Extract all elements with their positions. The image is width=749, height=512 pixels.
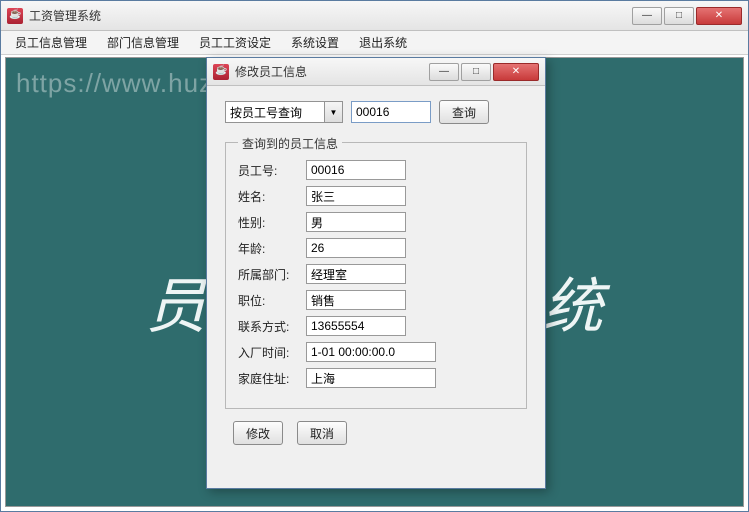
row-address: 家庭住址:: [238, 368, 514, 388]
input-gender[interactable]: [306, 212, 406, 232]
employee-form: 员工号: 姓名: 性别: 年龄: 所属部门: 职位: 联系方式: 入厂时间: 家…: [238, 160, 514, 388]
row-gender: 性别:: [238, 212, 514, 232]
cancel-button[interactable]: 取消: [297, 421, 347, 445]
label-name: 姓名:: [238, 188, 306, 205]
modify-button[interactable]: 修改: [233, 421, 283, 445]
menu-employee-info[interactable]: 员工信息管理: [5, 31, 97, 54]
main-title: 工资管理系统: [29, 7, 630, 24]
label-hire: 入厂时间:: [238, 344, 306, 361]
label-dept: 所属部门:: [238, 266, 306, 283]
label-contact: 联系方式:: [238, 318, 306, 335]
chevron-down-icon[interactable]: ▼: [325, 101, 343, 123]
row-contact: 联系方式:: [238, 316, 514, 336]
row-emp-id: 员工号:: [238, 160, 514, 180]
java-icon: [213, 64, 229, 80]
input-age[interactable]: [306, 238, 406, 258]
search-value-input[interactable]: [351, 101, 431, 123]
bg-text-left: 员: [146, 258, 206, 345]
dialog-title: 修改员工信息: [235, 63, 427, 80]
input-name[interactable]: [306, 186, 406, 206]
label-age: 年龄:: [238, 240, 306, 257]
main-window: 工资管理系统 — □ ✕ 员工信息管理 部门信息管理 员工工资设定 系统设置 退…: [0, 0, 749, 512]
action-row: 修改 取消: [225, 421, 527, 445]
menu-exit[interactable]: 退出系统: [349, 31, 417, 54]
search-mode-input[interactable]: [225, 101, 325, 123]
menubar: 员工信息管理 部门信息管理 员工工资设定 系统设置 退出系统: [1, 31, 748, 55]
dialog-close-button[interactable]: ✕: [493, 63, 539, 81]
window-controls: — □ ✕: [630, 7, 742, 25]
minimize-button[interactable]: —: [632, 7, 662, 25]
search-button[interactable]: 查询: [439, 100, 489, 124]
dialog-window-controls: — □ ✕: [427, 63, 539, 81]
input-contact[interactable]: [306, 316, 406, 336]
maximize-button[interactable]: □: [664, 7, 694, 25]
row-name: 姓名:: [238, 186, 514, 206]
label-position: 职位:: [238, 292, 306, 309]
input-emp-id[interactable]: [306, 160, 406, 180]
input-address[interactable]: [306, 368, 436, 388]
close-button[interactable]: ✕: [696, 7, 742, 25]
input-position[interactable]: [306, 290, 406, 310]
dialog-body: ▼ 查询 查询到的员工信息 员工号: 姓名: 性别: 年龄: 所属部门: 职位:…: [207, 86, 545, 459]
search-mode-combo[interactable]: ▼: [225, 101, 343, 123]
label-emp-id: 员工号:: [238, 162, 306, 179]
menu-dept-info[interactable]: 部门信息管理: [97, 31, 189, 54]
dialog-minimize-button[interactable]: —: [429, 63, 459, 81]
dialog-maximize-button[interactable]: □: [461, 63, 491, 81]
menu-system-settings[interactable]: 系统设置: [281, 31, 349, 54]
label-gender: 性别:: [238, 214, 306, 231]
fieldset-legend: 查询到的员工信息: [238, 135, 342, 152]
edit-employee-dialog: 修改员工信息 — □ ✕ ▼ 查询 查询到的员工信息 员工号: 姓名:: [206, 57, 546, 489]
bg-text-right: 统: [543, 258, 603, 345]
row-position: 职位:: [238, 290, 514, 310]
input-hire[interactable]: [306, 342, 436, 362]
java-icon: [7, 8, 23, 24]
row-hire: 入厂时间:: [238, 342, 514, 362]
employee-info-fieldset: 查询到的员工信息 员工号: 姓名: 性别: 年龄: 所属部门: 职位: 联系方式…: [225, 142, 527, 409]
menu-salary-set[interactable]: 员工工资设定: [189, 31, 281, 54]
dialog-titlebar: 修改员工信息 — □ ✕: [207, 58, 545, 86]
row-dept: 所属部门:: [238, 264, 514, 284]
search-row: ▼ 查询: [225, 100, 527, 124]
label-address: 家庭住址:: [238, 370, 306, 387]
input-dept[interactable]: [306, 264, 406, 284]
main-titlebar: 工资管理系统 — □ ✕: [1, 1, 748, 31]
row-age: 年龄:: [238, 238, 514, 258]
